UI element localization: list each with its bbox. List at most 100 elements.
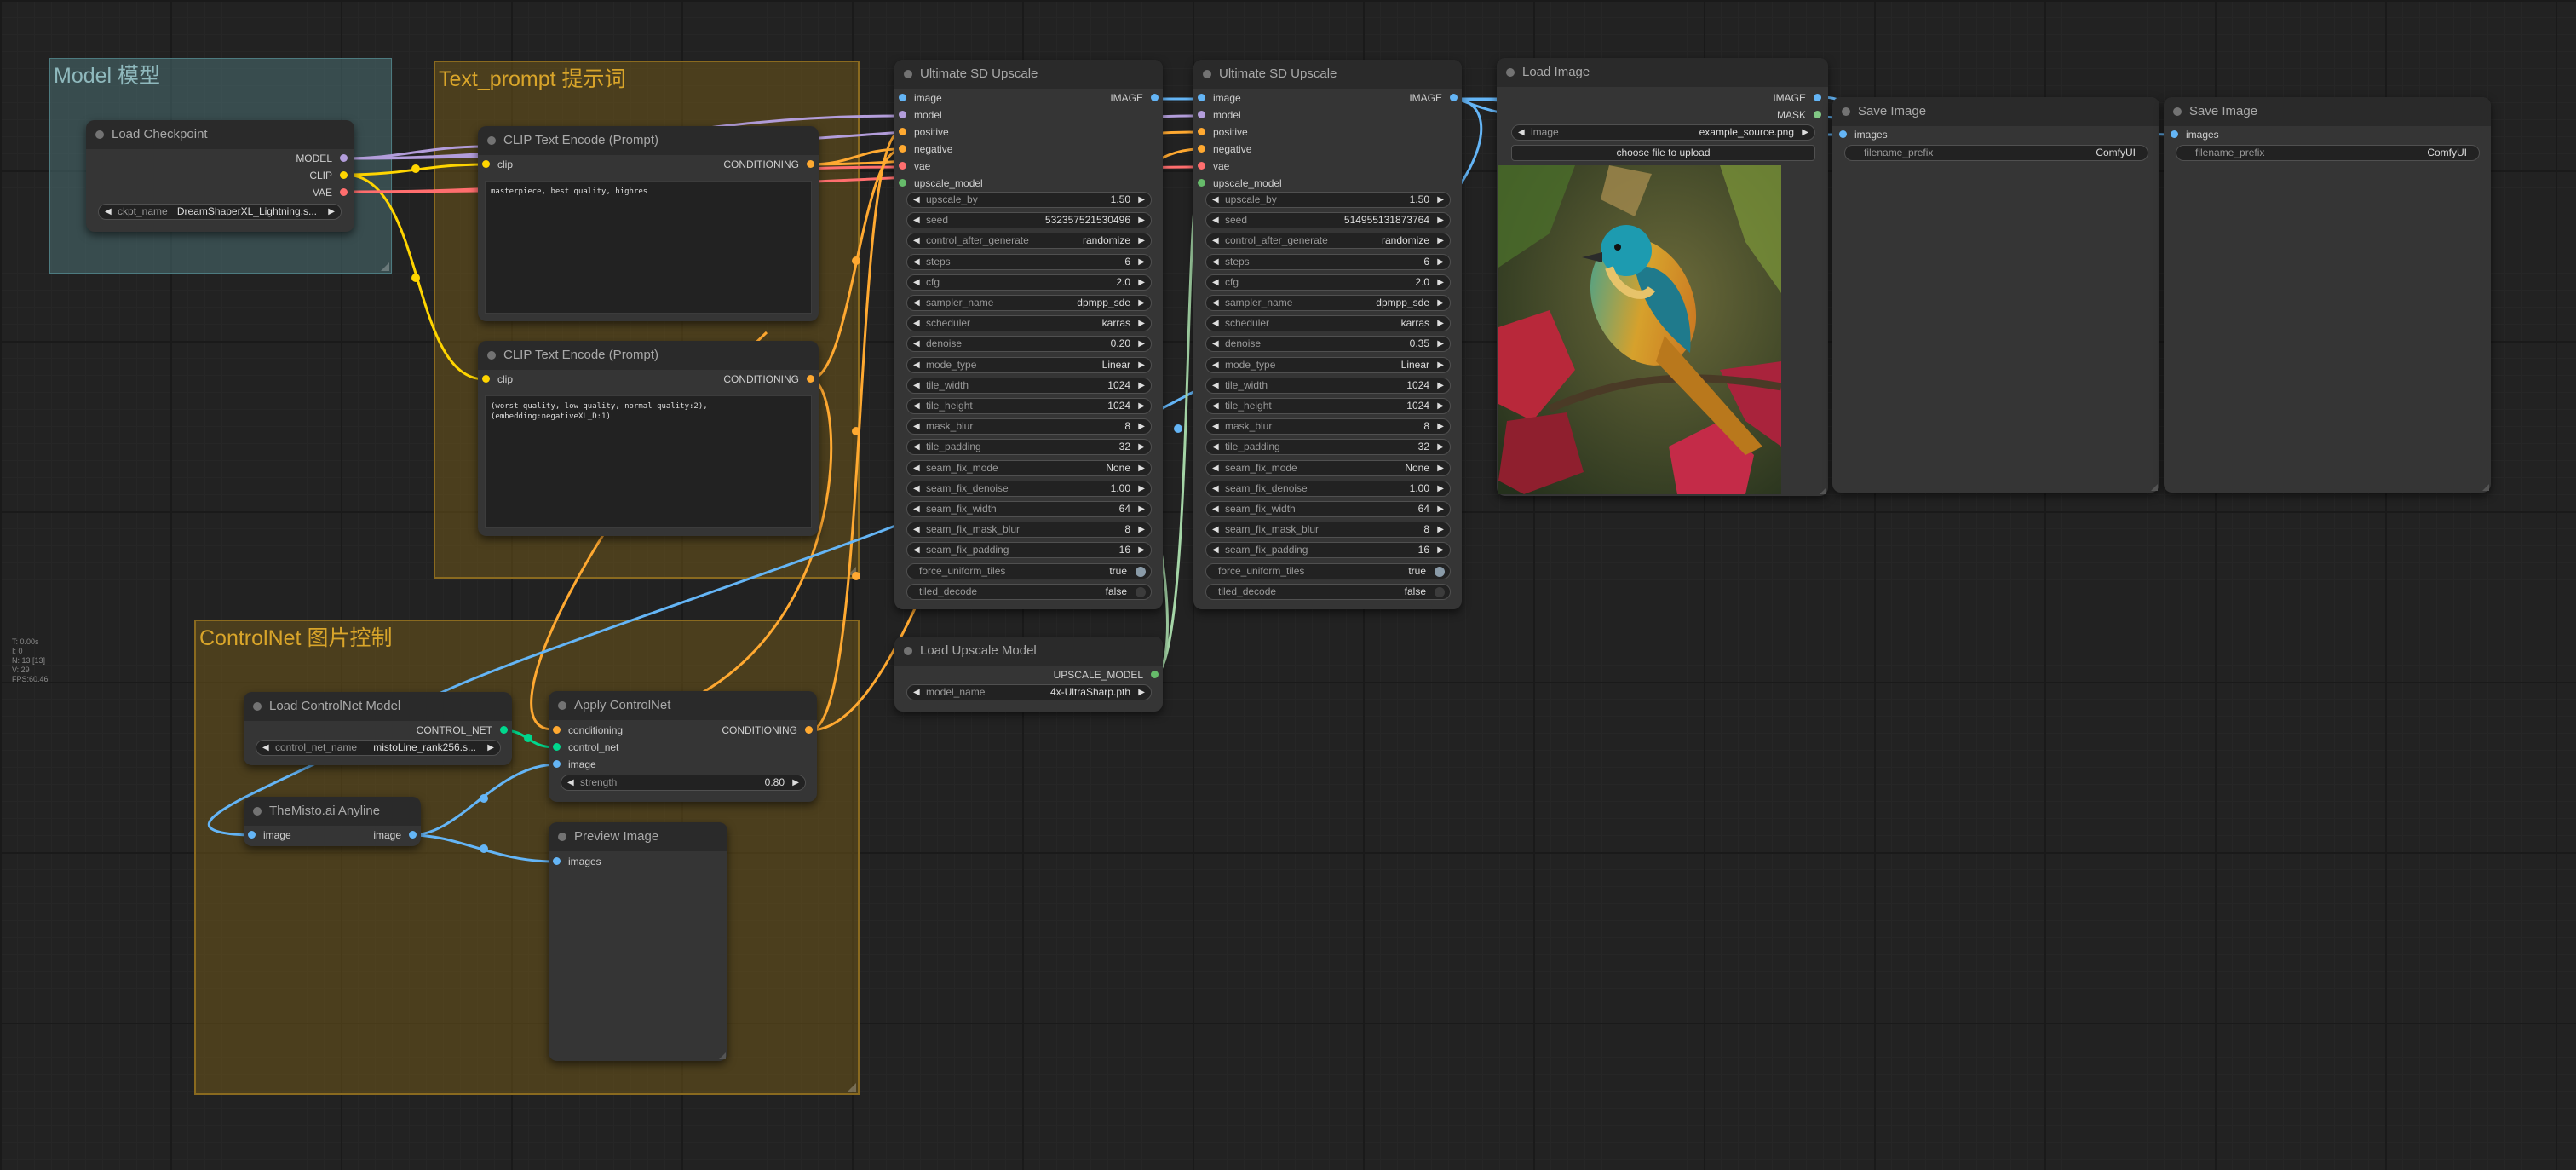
- pin[interactable]: [1151, 94, 1159, 101]
- arrow-right-icon[interactable]: ▶: [1437, 316, 1444, 331]
- pin[interactable]: [899, 162, 906, 170]
- widget-scheduler[interactable]: ◀ scheduler karras ▶: [1205, 315, 1451, 332]
- node-title[interactable]: Save Image: [1832, 97, 2159, 126]
- widget-upscale-by[interactable]: ◀ upscale_by 1.50 ▶: [1205, 192, 1451, 208]
- widget-steps[interactable]: ◀ steps 6 ▶: [1205, 253, 1451, 270]
- arrow-right-icon[interactable]: ▶: [1437, 378, 1444, 393]
- input-negative[interactable]: negative: [899, 141, 952, 158]
- widget-seam-fix-padding[interactable]: ◀ seam_fix_padding 16 ▶: [1205, 542, 1451, 559]
- control-net-name-combo[interactable]: ◀ control_net_name mistoLine_rank256.s... ▶: [256, 740, 501, 756]
- output-image[interactable]: IMAGE: [1110, 89, 1159, 107]
- widget-tile-padding[interactable]: ◀ tile_padding 32 ▶: [906, 439, 1152, 456]
- collapse-dot[interactable]: [95, 130, 104, 139]
- node-ultimate-sd-upscale-1[interactable]: Ultimate SD Upscale image model positive ne…: [894, 60, 1163, 609]
- pin[interactable]: [1814, 94, 1821, 101]
- widget-seam-fix-width[interactable]: ◀ seam_fix_width 64 ▶: [906, 501, 1152, 517]
- widget-cfg[interactable]: ◀ cfg 2.0 ▶: [906, 274, 1152, 291]
- arrow-left-icon[interactable]: ◀: [913, 440, 920, 454]
- arrow-right-icon[interactable]: ▶: [1138, 358, 1145, 372]
- pin[interactable]: [248, 831, 256, 839]
- arrow-left-icon[interactable]: ◀: [1212, 543, 1219, 557]
- filename-prefix-field[interactable]: filename_prefix ComfyUI: [2176, 145, 2480, 161]
- node-title[interactable]: Preview Image: [549, 822, 727, 851]
- arrow-right-icon[interactable]: ▶: [1138, 275, 1145, 290]
- pin[interactable]: [899, 128, 906, 135]
- pin[interactable]: [1198, 128, 1205, 135]
- widget-tile-padding[interactable]: ◀ tile_padding 32 ▶: [1205, 439, 1451, 456]
- arrow-left-icon[interactable]: ◀: [1212, 316, 1219, 331]
- collapse-dot[interactable]: [1203, 70, 1211, 78]
- widget-upscale-by[interactable]: ◀ upscale_by 1.50 ▶: [906, 192, 1152, 208]
- input-vae[interactable]: vae: [1198, 158, 1229, 175]
- pin[interactable]: [899, 94, 906, 101]
- output-conditioning[interactable]: CONDITIONING: [722, 722, 813, 739]
- output-upscale-model[interactable]: UPSCALE_MODEL: [1054, 666, 1159, 683]
- node-clip-text-encode-negative[interactable]: CLIP Text Encode (Prompt) clip CONDITION…: [478, 341, 819, 536]
- arrow-left-icon[interactable]: ◀: [913, 399, 920, 413]
- arrow-left-icon[interactable]: ◀: [913, 543, 920, 557]
- arrow-left-icon[interactable]: ◀: [913, 193, 920, 207]
- arrow-left-icon[interactable]: ◀: [913, 502, 920, 516]
- arrow-left-icon[interactable]: ◀: [1212, 233, 1219, 248]
- arrow-right-icon[interactable]: ▶: [1437, 461, 1444, 475]
- arrow-right-icon[interactable]: ▶: [1138, 193, 1145, 207]
- output-clip[interactable]: CLIP: [309, 167, 348, 184]
- toggle-tiled-decode[interactable]: tiled_decode false: [1205, 583, 1451, 600]
- arrow-left-icon[interactable]: ◀: [1518, 125, 1525, 140]
- pin[interactable]: [805, 726, 813, 734]
- arrow-left-icon[interactable]: ◀: [913, 522, 920, 537]
- arrow-left-icon[interactable]: ◀: [262, 741, 269, 755]
- node-title[interactable]: Ultimate SD Upscale: [894, 60, 1163, 89]
- pin[interactable]: [482, 375, 490, 383]
- pin[interactable]: [500, 726, 508, 734]
- arrow-right-icon[interactable]: ▶: [1437, 481, 1444, 496]
- group-resize-handle[interactable]: [848, 1083, 856, 1092]
- collapse-dot[interactable]: [2173, 107, 2182, 116]
- arrow-left-icon[interactable]: ◀: [913, 378, 920, 393]
- input-model[interactable]: model: [1198, 107, 1241, 124]
- arrow-right-icon[interactable]: ▶: [1437, 213, 1444, 228]
- arrow-right-icon[interactable]: ▶: [1138, 378, 1145, 393]
- pin[interactable]: [340, 154, 348, 162]
- pin[interactable]: [1198, 111, 1205, 118]
- arrow-left-icon[interactable]: ◀: [1212, 378, 1219, 393]
- pin[interactable]: [1151, 671, 1159, 678]
- arrow-right-icon[interactable]: ▶: [792, 775, 799, 790]
- arrow-left-icon[interactable]: ◀: [1212, 255, 1219, 269]
- pin[interactable]: [807, 160, 814, 168]
- arrow-right-icon[interactable]: ▶: [1437, 337, 1444, 351]
- node-title[interactable]: Ultimate SD Upscale: [1193, 60, 1462, 89]
- input-images[interactable]: images: [553, 853, 601, 870]
- input-vae[interactable]: vae: [899, 158, 930, 175]
- arrow-left-icon[interactable]: ◀: [1212, 522, 1219, 537]
- toggle-knob-icon[interactable]: [1136, 586, 1146, 597]
- arrow-right-icon[interactable]: ▶: [1437, 233, 1444, 248]
- arrow-right-icon[interactable]: ▶: [1802, 125, 1808, 140]
- pin[interactable]: [1198, 94, 1205, 101]
- arrow-right-icon[interactable]: ▶: [1138, 233, 1145, 248]
- node-ultimate-sd-upscale-2[interactable]: Ultimate SD Upscale image model positive ne…: [1193, 60, 1462, 609]
- output-model[interactable]: MODEL: [296, 150, 348, 167]
- arrow-right-icon[interactable]: ▶: [1138, 481, 1145, 496]
- toggle-knob-icon[interactable]: [1136, 566, 1146, 577]
- input-images[interactable]: images: [1839, 126, 1888, 143]
- arrow-left-icon[interactable]: ◀: [1212, 440, 1219, 454]
- pin[interactable]: [2171, 130, 2178, 138]
- collapse-dot[interactable]: [1506, 68, 1515, 77]
- arrow-right-icon[interactable]: ▶: [1138, 502, 1145, 516]
- arrow-right-icon[interactable]: ▶: [1138, 337, 1145, 351]
- arrow-left-icon[interactable]: ◀: [1212, 275, 1219, 290]
- node-title[interactable]: CLIP Text Encode (Prompt): [478, 341, 819, 370]
- node-resize-handle[interactable]: [1820, 487, 1826, 494]
- group-resize-handle[interactable]: [848, 567, 856, 575]
- input-positive[interactable]: positive: [899, 124, 949, 141]
- toggle-knob-icon[interactable]: [1435, 586, 1445, 597]
- arrow-left-icon[interactable]: ◀: [913, 685, 920, 700]
- arrow-left-icon[interactable]: ◀: [913, 213, 920, 228]
- arrow-right-icon[interactable]: ▶: [1437, 440, 1444, 454]
- arrow-right-icon[interactable]: ▶: [1437, 358, 1444, 372]
- arrow-right-icon[interactable]: ▶: [1437, 543, 1444, 557]
- widget-seam-fix-width[interactable]: ◀ seam_fix_width 64 ▶: [1205, 501, 1451, 517]
- output-conditioning[interactable]: CONDITIONING: [723, 156, 814, 173]
- arrow-right-icon[interactable]: ▶: [1138, 296, 1145, 310]
